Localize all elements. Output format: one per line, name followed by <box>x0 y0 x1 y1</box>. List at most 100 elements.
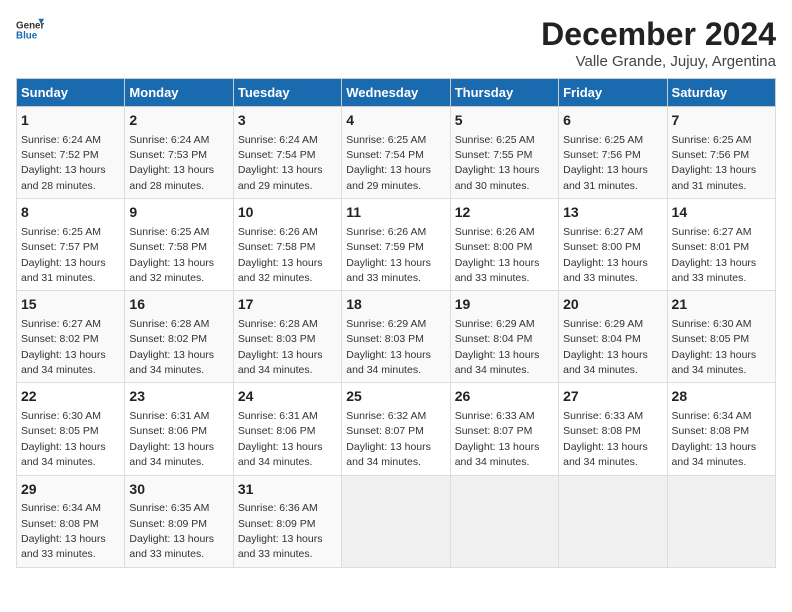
day-number: 8 <box>21 203 120 223</box>
day-info: Sunrise: 6:26 AMSunset: 8:00 PMDaylight:… <box>455 226 540 284</box>
table-row: 11 Sunrise: 6:26 AMSunset: 7:59 PMDaylig… <box>342 199 450 291</box>
day-info: Sunrise: 6:25 AMSunset: 7:56 PMDaylight:… <box>672 134 757 192</box>
day-info: Sunrise: 6:24 AMSunset: 7:53 PMDaylight:… <box>129 134 214 192</box>
table-row: 19 Sunrise: 6:29 AMSunset: 8:04 PMDaylig… <box>450 291 558 383</box>
svg-text:Blue: Blue <box>16 30 38 41</box>
day-info: Sunrise: 6:27 AMSunset: 8:01 PMDaylight:… <box>672 226 757 284</box>
day-info: Sunrise: 6:28 AMSunset: 8:03 PMDaylight:… <box>238 318 323 376</box>
day-number: 23 <box>129 387 228 407</box>
table-row: 9 Sunrise: 6:25 AMSunset: 7:58 PMDayligh… <box>125 199 233 291</box>
day-info: Sunrise: 6:26 AMSunset: 7:59 PMDaylight:… <box>346 226 431 284</box>
day-number: 28 <box>672 387 771 407</box>
day-info: Sunrise: 6:27 AMSunset: 8:00 PMDaylight:… <box>563 226 648 284</box>
day-number: 14 <box>672 203 771 223</box>
day-number: 15 <box>21 295 120 315</box>
table-row: 28 Sunrise: 6:34 AMSunset: 8:08 PMDaylig… <box>667 383 775 475</box>
table-row: 4 Sunrise: 6:25 AMSunset: 7:54 PMDayligh… <box>342 107 450 199</box>
day-number: 21 <box>672 295 771 315</box>
calendar-table: Sunday Monday Tuesday Wednesday Thursday… <box>16 78 776 568</box>
day-info: Sunrise: 6:33 AMSunset: 8:07 PMDaylight:… <box>455 410 540 468</box>
day-number: 18 <box>346 295 445 315</box>
day-number: 22 <box>21 387 120 407</box>
day-number: 16 <box>129 295 228 315</box>
day-number: 17 <box>238 295 337 315</box>
day-info: Sunrise: 6:25 AMSunset: 7:55 PMDaylight:… <box>455 134 540 192</box>
table-row: 20 Sunrise: 6:29 AMSunset: 8:04 PMDaylig… <box>559 291 667 383</box>
header-monday: Monday <box>125 79 233 107</box>
day-info: Sunrise: 6:34 AMSunset: 8:08 PMDaylight:… <box>21 502 106 560</box>
day-number: 4 <box>346 111 445 131</box>
table-row <box>342 475 450 567</box>
table-row: 13 Sunrise: 6:27 AMSunset: 8:00 PMDaylig… <box>559 199 667 291</box>
day-number: 25 <box>346 387 445 407</box>
table-row: 30 Sunrise: 6:35 AMSunset: 8:09 PMDaylig… <box>125 475 233 567</box>
day-info: Sunrise: 6:29 AMSunset: 8:04 PMDaylight:… <box>455 318 540 376</box>
day-info: Sunrise: 6:26 AMSunset: 7:58 PMDaylight:… <box>238 226 323 284</box>
table-row: 18 Sunrise: 6:29 AMSunset: 8:03 PMDaylig… <box>342 291 450 383</box>
day-info: Sunrise: 6:25 AMSunset: 7:57 PMDaylight:… <box>21 226 106 284</box>
header-thursday: Thursday <box>450 79 558 107</box>
table-row: 25 Sunrise: 6:32 AMSunset: 8:07 PMDaylig… <box>342 383 450 475</box>
day-number: 2 <box>129 111 228 131</box>
day-number: 12 <box>455 203 554 223</box>
table-row: 23 Sunrise: 6:31 AMSunset: 8:06 PMDaylig… <box>125 383 233 475</box>
day-number: 30 <box>129 480 228 500</box>
table-row: 31 Sunrise: 6:36 AMSunset: 8:09 PMDaylig… <box>233 475 341 567</box>
header-wednesday: Wednesday <box>342 79 450 107</box>
day-number: 24 <box>238 387 337 407</box>
calendar-week-row: 15 Sunrise: 6:27 AMSunset: 8:02 PMDaylig… <box>17 291 776 383</box>
day-number: 9 <box>129 203 228 223</box>
day-info: Sunrise: 6:33 AMSunset: 8:08 PMDaylight:… <box>563 410 648 468</box>
day-number: 26 <box>455 387 554 407</box>
day-number: 1 <box>21 111 120 131</box>
table-row <box>450 475 558 567</box>
day-number: 19 <box>455 295 554 315</box>
day-info: Sunrise: 6:24 AMSunset: 7:52 PMDaylight:… <box>21 134 106 192</box>
calendar-week-row: 1 Sunrise: 6:24 AMSunset: 7:52 PMDayligh… <box>17 107 776 199</box>
header-saturday: Saturday <box>667 79 775 107</box>
day-info: Sunrise: 6:30 AMSunset: 8:05 PMDaylight:… <box>672 318 757 376</box>
table-row: 14 Sunrise: 6:27 AMSunset: 8:01 PMDaylig… <box>667 199 775 291</box>
day-info: Sunrise: 6:25 AMSunset: 7:58 PMDaylight:… <box>129 226 214 284</box>
table-row: 8 Sunrise: 6:25 AMSunset: 7:57 PMDayligh… <box>17 199 125 291</box>
table-row: 21 Sunrise: 6:30 AMSunset: 8:05 PMDaylig… <box>667 291 775 383</box>
day-info: Sunrise: 6:36 AMSunset: 8:09 PMDaylight:… <box>238 502 323 560</box>
day-info: Sunrise: 6:29 AMSunset: 8:04 PMDaylight:… <box>563 318 648 376</box>
table-row: 1 Sunrise: 6:24 AMSunset: 7:52 PMDayligh… <box>17 107 125 199</box>
day-number: 13 <box>563 203 662 223</box>
calendar-week-row: 8 Sunrise: 6:25 AMSunset: 7:57 PMDayligh… <box>17 199 776 291</box>
table-row: 17 Sunrise: 6:28 AMSunset: 8:03 PMDaylig… <box>233 291 341 383</box>
calendar-week-row: 22 Sunrise: 6:30 AMSunset: 8:05 PMDaylig… <box>17 383 776 475</box>
day-info: Sunrise: 6:29 AMSunset: 8:03 PMDaylight:… <box>346 318 431 376</box>
table-row: 10 Sunrise: 6:26 AMSunset: 7:58 PMDaylig… <box>233 199 341 291</box>
day-number: 10 <box>238 203 337 223</box>
header-sunday: Sunday <box>17 79 125 107</box>
table-row <box>667 475 775 567</box>
header-friday: Friday <box>559 79 667 107</box>
day-number: 11 <box>346 203 445 223</box>
table-row: 27 Sunrise: 6:33 AMSunset: 8:08 PMDaylig… <box>559 383 667 475</box>
logo: General Blue <box>16 16 44 44</box>
day-info: Sunrise: 6:32 AMSunset: 8:07 PMDaylight:… <box>346 410 431 468</box>
table-row: 16 Sunrise: 6:28 AMSunset: 8:02 PMDaylig… <box>125 291 233 383</box>
table-row: 15 Sunrise: 6:27 AMSunset: 8:02 PMDaylig… <box>17 291 125 383</box>
day-number: 20 <box>563 295 662 315</box>
table-row: 22 Sunrise: 6:30 AMSunset: 8:05 PMDaylig… <box>17 383 125 475</box>
day-number: 29 <box>21 480 120 500</box>
day-info: Sunrise: 6:27 AMSunset: 8:02 PMDaylight:… <box>21 318 106 376</box>
day-number: 31 <box>238 480 337 500</box>
day-number: 5 <box>455 111 554 131</box>
day-number: 27 <box>563 387 662 407</box>
table-row: 6 Sunrise: 6:25 AMSunset: 7:56 PMDayligh… <box>559 107 667 199</box>
day-info: Sunrise: 6:24 AMSunset: 7:54 PMDaylight:… <box>238 134 323 192</box>
day-info: Sunrise: 6:31 AMSunset: 8:06 PMDaylight:… <box>129 410 214 468</box>
logo-icon: General Blue <box>16 16 44 44</box>
page-title: December 2024 <box>541 16 776 53</box>
day-number: 7 <box>672 111 771 131</box>
table-row: 26 Sunrise: 6:33 AMSunset: 8:07 PMDaylig… <box>450 383 558 475</box>
day-info: Sunrise: 6:28 AMSunset: 8:02 PMDaylight:… <box>129 318 214 376</box>
header-tuesday: Tuesday <box>233 79 341 107</box>
table-row: 24 Sunrise: 6:31 AMSunset: 8:06 PMDaylig… <box>233 383 341 475</box>
day-info: Sunrise: 6:35 AMSunset: 8:09 PMDaylight:… <box>129 502 214 560</box>
day-number: 6 <box>563 111 662 131</box>
